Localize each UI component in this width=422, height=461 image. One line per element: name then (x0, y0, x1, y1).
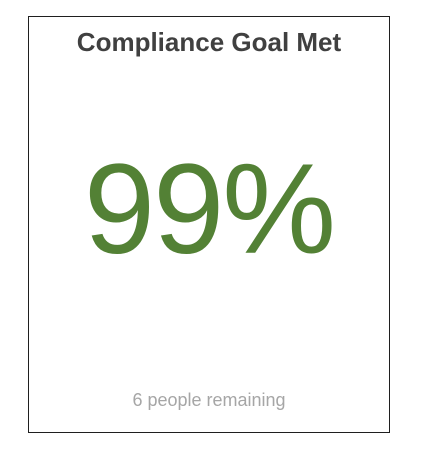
compliance-percentage: 99% (83, 138, 336, 281)
compliance-kpi-card: Compliance Goal Met 99% 6 people remaini… (28, 16, 390, 433)
people-remaining-label: 6 people remaining (132, 390, 286, 410)
card-title: Compliance Goal Met (76, 27, 342, 57)
